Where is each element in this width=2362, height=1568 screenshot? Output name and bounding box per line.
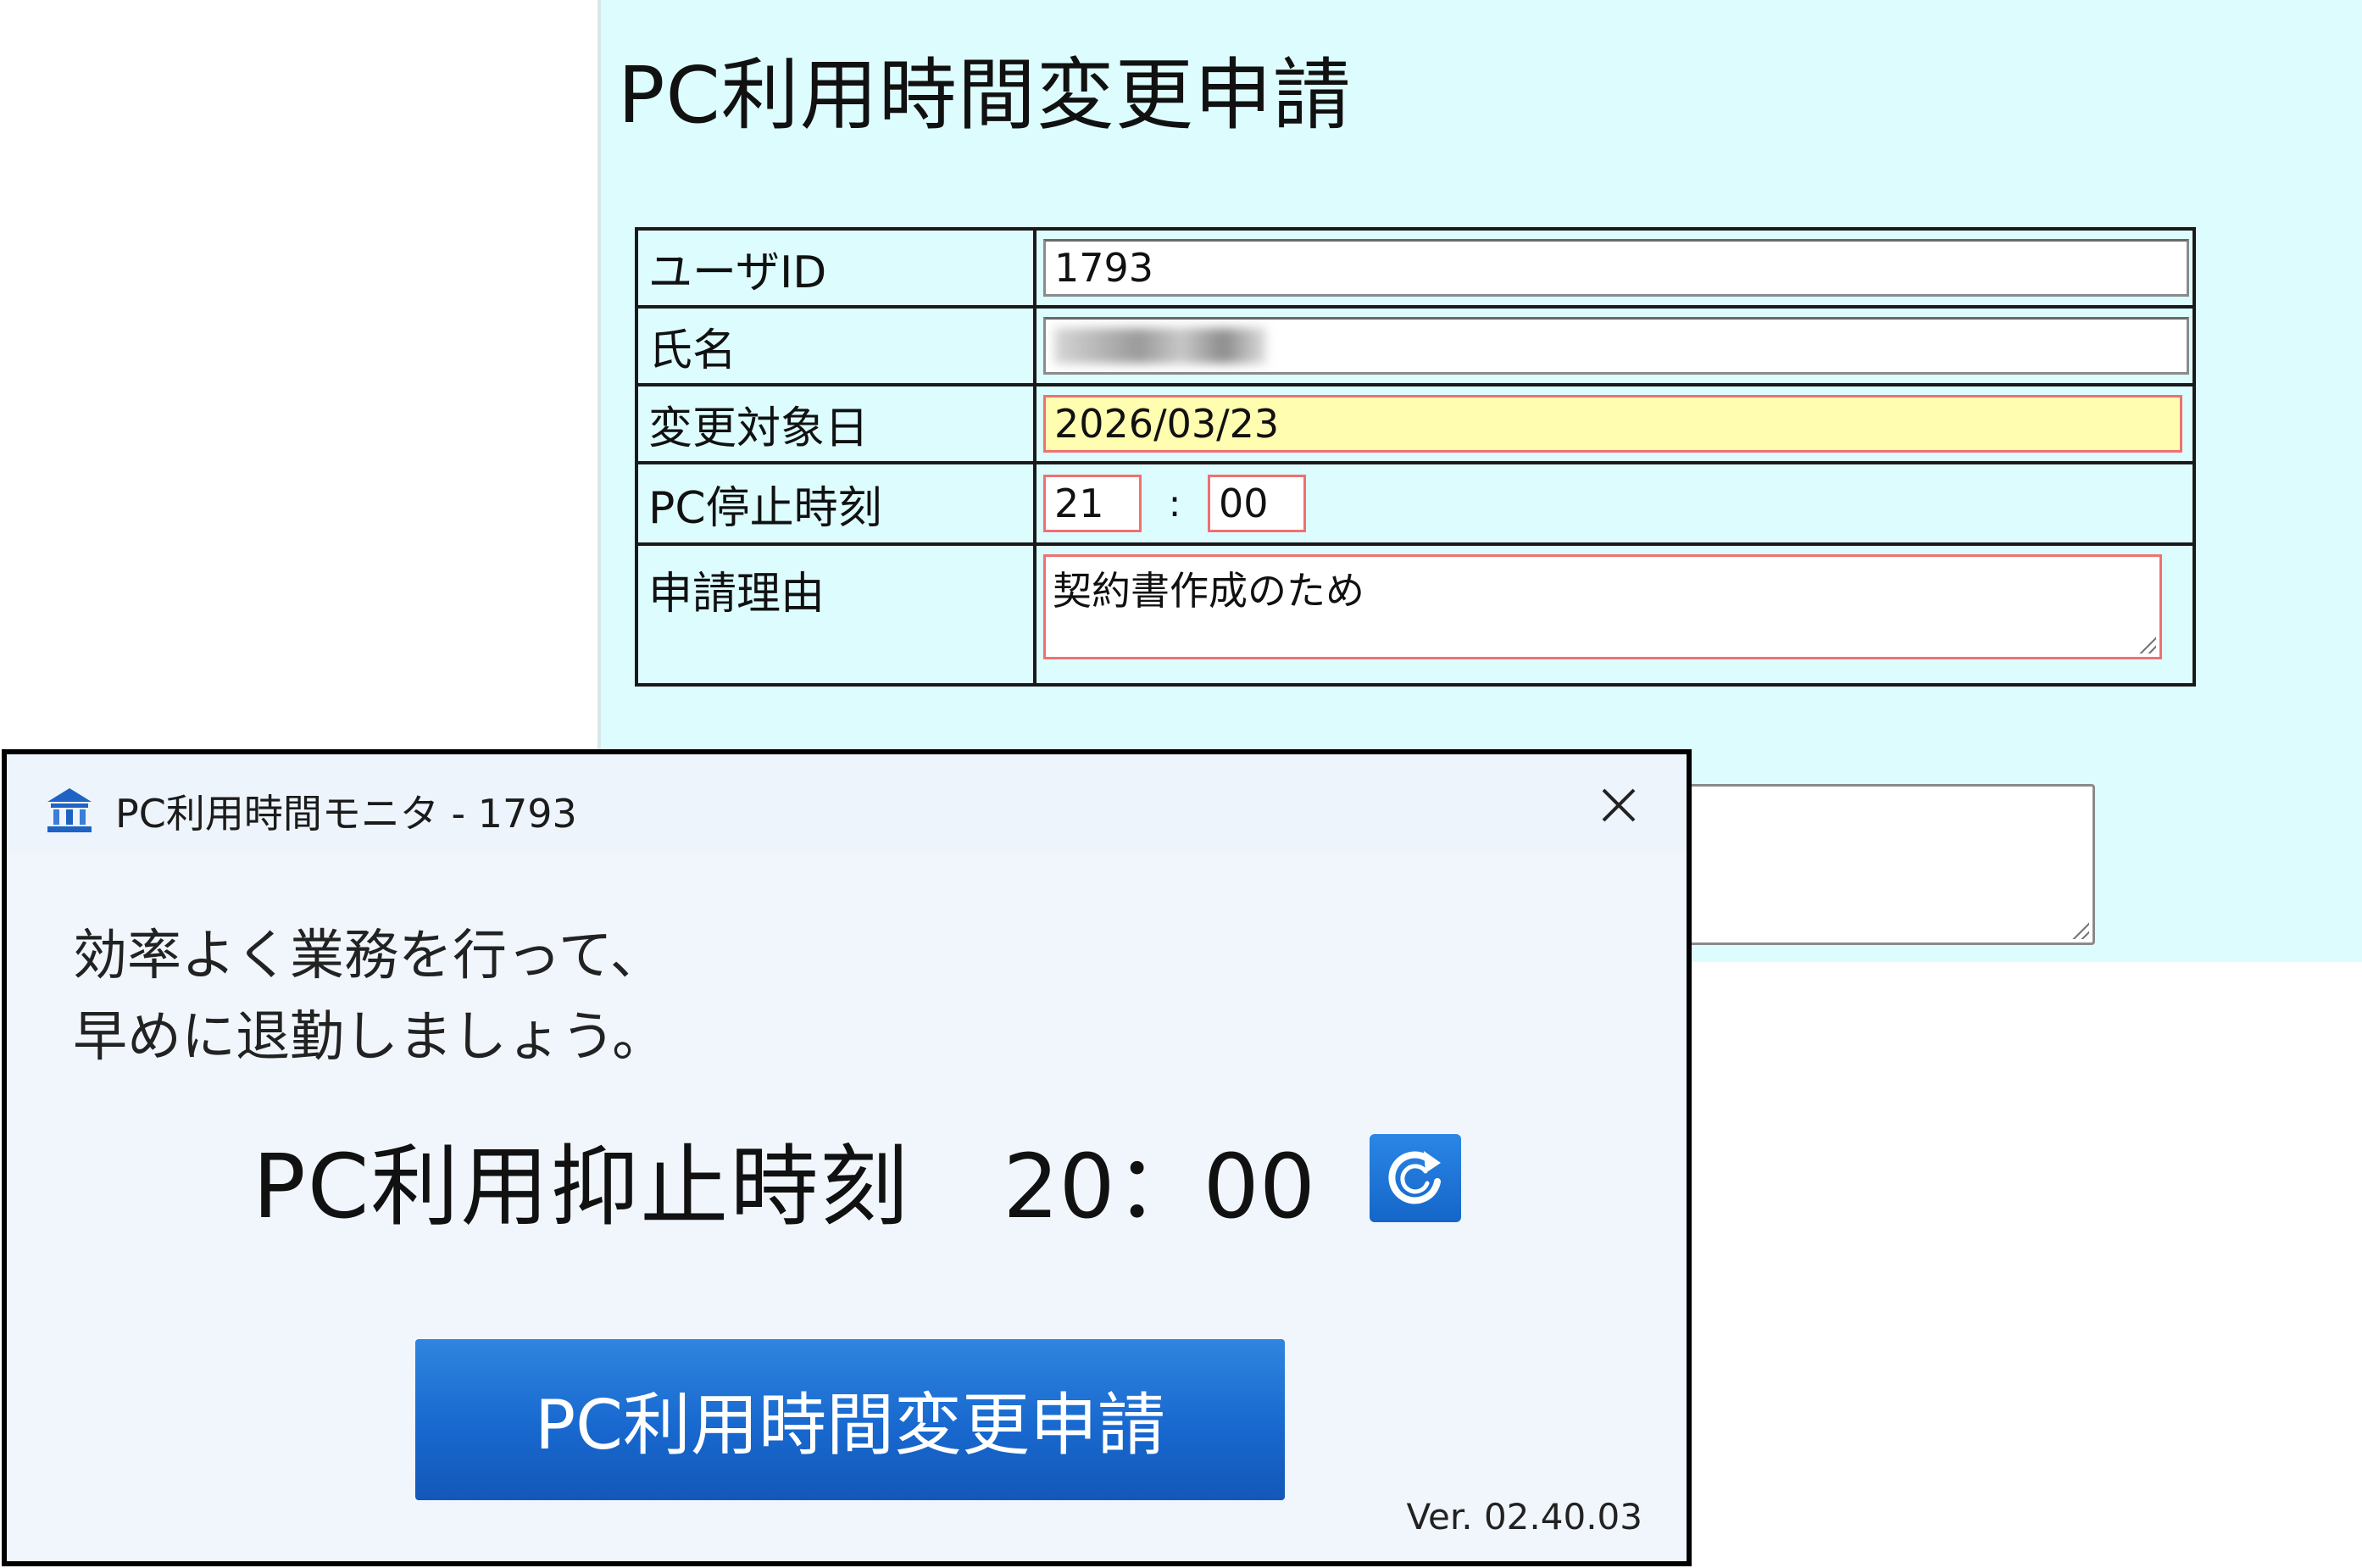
- building-icon: [47, 788, 92, 832]
- form-row-stop-time: PC停止時刻 21:00: [635, 461, 2196, 546]
- close-icon[interactable]: [1592, 778, 1646, 832]
- screen: PC利用時間変更申請 ユーザID 1793 氏名 変更対象日 2026/03/2…: [0, 0, 2362, 1568]
- name-label: 氏名: [635, 305, 1037, 386]
- stop-time-value: 20：00: [1003, 1134, 1316, 1238]
- refresh-icon: [1388, 1151, 1442, 1204]
- window-title: PC利用時間モニタ - 1793: [115, 791, 577, 837]
- form-row-user-id: ユーザID 1793: [635, 227, 2196, 309]
- monitor-window: PC利用時間モニタ - 1793 効率よく業務を行って、 早めに退勤しましょう。…: [2, 749, 1692, 1566]
- stop-time-label: PC停止時刻: [635, 461, 1037, 546]
- stop-minute-field[interactable]: 00: [1208, 475, 1306, 532]
- message-line-2: 早めに退勤しましょう。: [73, 1006, 667, 1069]
- stop-time-row: PC利用抑止時刻 20：00: [253, 1127, 1462, 1238]
- form-row-reason: 申請理由 契約書作成のため: [635, 542, 2196, 687]
- target-date-label: 変更対象日: [635, 383, 1037, 464]
- resize-grip-icon[interactable]: [2070, 920, 2089, 939]
- time-separator: :: [1168, 481, 1181, 525]
- stop-hour-field[interactable]: 21: [1043, 475, 1142, 532]
- window-titlebar[interactable]: PC利用時間モニタ - 1793: [7, 754, 1687, 853]
- form-row-target-date: 変更対象日 2026/03/23: [635, 383, 2196, 464]
- name-field[interactable]: [1043, 317, 2189, 375]
- reason-label: 申請理由: [635, 542, 1037, 687]
- form-row-name: 氏名: [635, 305, 2196, 386]
- redacted-name: [1054, 328, 1266, 364]
- reminder-message: 効率よく業務を行って、 早めに退勤しましょう。: [73, 915, 666, 1078]
- resize-grip-icon[interactable]: [2137, 635, 2156, 653]
- page-title: PC利用時間変更申請: [618, 50, 1352, 141]
- reason-textarea[interactable]: 契約書作成のため: [1043, 554, 2162, 659]
- target-date-field[interactable]: 2026/03/23: [1043, 395, 2182, 453]
- apply-change-button[interactable]: PC利用時間変更申請: [415, 1339, 1285, 1500]
- reason-text: 契約書作成のため: [1053, 568, 1364, 614]
- stop-time-title: PC利用抑止時刻: [253, 1134, 910, 1238]
- refresh-button[interactable]: [1370, 1134, 1462, 1222]
- message-line-1: 効率よく業務を行って、: [73, 925, 664, 987]
- user-id-field[interactable]: 1793: [1043, 239, 2189, 297]
- user-id-label: ユーザID: [635, 227, 1037, 309]
- application-form-table: ユーザID 1793 氏名 変更対象日 2026/03/23 PC停止時刻 21…: [635, 227, 2196, 687]
- version-label: Ver. 02.40.03: [1406, 1496, 1642, 1537]
